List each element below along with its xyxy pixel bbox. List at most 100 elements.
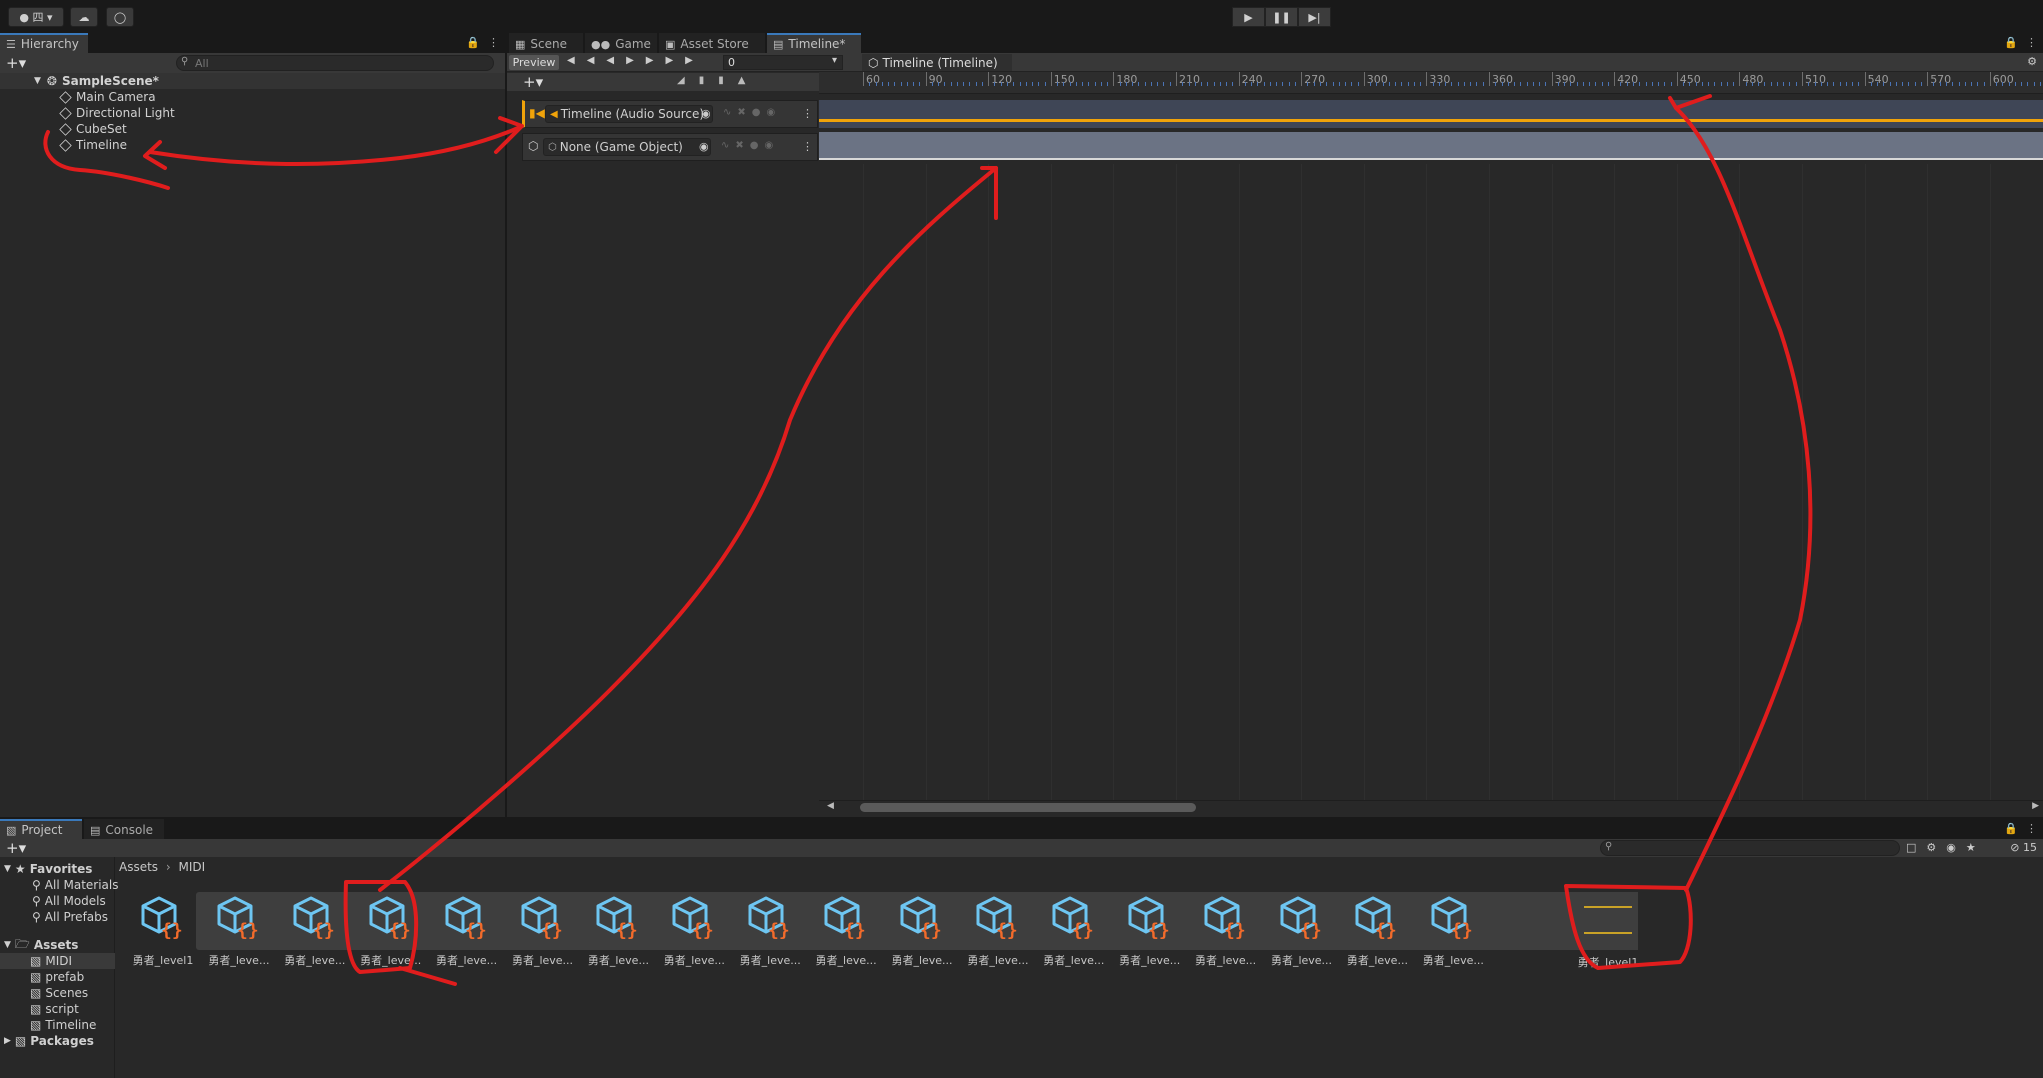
project-search-input[interactable]: ⚲ xyxy=(1600,840,1900,856)
tab-console[interactable]: ▤ Console xyxy=(84,819,164,839)
packages-folder[interactable]: ▶ ▧ Packages xyxy=(4,1033,94,1049)
breadcrumb-midi[interactable]: MIDI xyxy=(179,860,206,874)
curves-icon[interactable]: ∿ xyxy=(721,140,729,151)
folder-item-scenes[interactable]: ▧ Scenes xyxy=(30,985,88,1001)
asset-item[interactable]: {} 勇者_leve... xyxy=(511,890,573,970)
asset-item[interactable]: {} 勇者_leve... xyxy=(283,890,345,970)
curves-icon[interactable]: ∿ xyxy=(723,107,731,118)
ruler-minor-tick xyxy=(1977,82,1979,86)
track-header-gameobject[interactable]: ⬡ ⬡ None (Game Object) ◉ ∿ ✖ ● ◉ ⋮ xyxy=(522,133,818,161)
gameobject-track-lane[interactable] xyxy=(819,132,2043,160)
folder-item-prefab[interactable]: ▧ prefab xyxy=(30,969,84,985)
favorite-item[interactable]: ⚲ All Prefabs xyxy=(32,909,108,925)
eye-icon[interactable]: ◉ xyxy=(765,140,774,151)
create-icon[interactable]: +▾ xyxy=(6,839,26,857)
chevron-down-icon[interactable]: ▾ xyxy=(832,55,837,66)
more-icon[interactable]: ⋮ xyxy=(802,140,813,153)
tab-game[interactable]: ●● Game xyxy=(585,33,657,53)
asset-item[interactable]: {} 勇者_leve... xyxy=(1421,890,1484,970)
timeline-asset-tile[interactable] xyxy=(1578,892,1638,950)
hidden-packages-toggle[interactable]: ⊘ 15 xyxy=(2010,841,2037,854)
timeline-breadcrumb[interactable]: ⬡ Timeline (Timeline) xyxy=(862,54,1012,71)
asset-item[interactable]: {} 勇者_leve... xyxy=(359,890,421,970)
favorite-item[interactable]: ⚲ All Models xyxy=(32,893,106,909)
asset-item[interactable]: {} 勇者_leve... xyxy=(1270,890,1332,970)
play-button[interactable]: ▶ xyxy=(1232,7,1265,27)
frame-field[interactable]: 0 xyxy=(723,55,843,70)
assets-folder[interactable]: ▼ 🗁 Assets xyxy=(4,937,78,953)
asset-item[interactable]: {} 勇者_leve... xyxy=(1118,890,1180,970)
timeline-content[interactable] xyxy=(819,94,2043,800)
add-track-icon[interactable]: +▾ xyxy=(523,73,543,91)
asset-item[interactable]: {} 勇者_leve... xyxy=(435,890,497,970)
asset-item[interactable]: {} 勇者_leve... xyxy=(1345,890,1408,970)
lock-icon[interactable]: 🔒 xyxy=(2004,36,2018,49)
scroll-left-icon[interactable]: ◀ xyxy=(827,801,834,811)
scroll-right-icon[interactable]: ▶ xyxy=(2032,801,2039,811)
tab-timeline[interactable]: ▤ Timeline* xyxy=(767,33,861,53)
track-binding-field[interactable]: ◀ Timeline (Audio Source) xyxy=(545,105,713,123)
asset-item[interactable]: {} 勇者_leve... xyxy=(207,890,269,970)
add-icon[interactable]: +▾ xyxy=(6,54,26,72)
asset-item[interactable]: {} 勇者_leve... xyxy=(1194,890,1256,970)
pin-icon[interactable]: ✖ xyxy=(735,140,743,151)
object-picker-icon[interactable]: ◉ xyxy=(699,140,709,153)
more-icon[interactable]: ⋮ xyxy=(488,36,499,49)
audio-track-lane[interactable] xyxy=(819,100,2043,128)
object-picker-icon[interactable]: ◉ xyxy=(701,107,711,120)
asset-item[interactable]: {} 勇者_leve... xyxy=(814,890,877,970)
lock-icon[interactable]: ● xyxy=(750,140,759,151)
asset-item[interactable]: {} 勇者_level1 xyxy=(131,890,193,970)
collab-button[interactable]: ◯ xyxy=(106,7,134,27)
snap-controls[interactable]: ◢▮▮▲ xyxy=(677,75,759,86)
pin-icon[interactable]: ✖ xyxy=(737,107,745,118)
step-button[interactable]: ▶| xyxy=(1298,7,1331,27)
more-icon[interactable]: ⋮ xyxy=(2026,822,2037,835)
pause-button[interactable]: ❚❚ xyxy=(1265,7,1298,27)
hierarchy-item-timeline[interactable]: Timeline xyxy=(59,137,565,153)
tab-scene[interactable]: ▦ Scene xyxy=(509,33,583,53)
expand-arrow-icon[interactable]: ▼ xyxy=(34,76,41,86)
ruler-minor-tick xyxy=(2008,82,2010,86)
hierarchy-search-input[interactable]: ⚲ All xyxy=(176,55,494,71)
asset-item[interactable]: {} 勇者_leve... xyxy=(662,890,725,970)
folder-item-midi[interactable]: ▧ MIDI xyxy=(0,953,115,969)
hierarchy-item-directional-light[interactable]: Directional Light xyxy=(59,105,565,121)
cloud-button[interactable]: ☁ xyxy=(70,7,98,27)
asset-item[interactable]: {} 勇者_leve... xyxy=(586,890,649,970)
timeline-ruler[interactable]: 60 90 120 150 180 210 240 270 300 330 360 390 420 450… xyxy=(819,72,2043,94)
gear-icon[interactable]: ⚙ xyxy=(2027,55,2037,68)
more-icon[interactable]: ⋮ xyxy=(802,107,813,120)
transport-controls[interactable]: ◀◀◀▶▶▶▶ xyxy=(567,55,705,66)
asset-item[interactable]: {} 勇者_leve... xyxy=(738,890,801,970)
folder-item-script[interactable]: ▧ script xyxy=(30,1001,79,1017)
hierarchy-item-main-camera[interactable]: Main Camera xyxy=(59,89,565,105)
asset-item[interactable]: {} 勇者_leve... xyxy=(966,890,1028,970)
breadcrumb-assets[interactable]: Assets xyxy=(119,860,158,874)
eye-icon[interactable]: ◉ xyxy=(767,107,776,118)
asset-item[interactable]: {} 勇者_leve... xyxy=(1042,890,1104,970)
filter-icons[interactable]: □⚙◉★ xyxy=(1906,841,1986,854)
tab-asset-store[interactable]: ▣ Asset Store xyxy=(659,33,765,53)
folder-item-timeline[interactable]: ▧ Timeline xyxy=(30,1017,96,1033)
ruler-minor-tick xyxy=(1025,82,1027,86)
track-header-audio[interactable]: ▮◀ ◀ Timeline (Audio Source) ◉ ∿ ✖ ● ◉ ⋮ xyxy=(522,100,818,128)
expand-arrow-icon[interactable]: ▼ xyxy=(4,864,11,874)
hierarchy-item-cubeset[interactable]: CubeSet xyxy=(59,121,565,137)
expand-arrow-icon[interactable]: ▶ xyxy=(4,1036,11,1046)
track-binding-field[interactable]: ⬡ None (Game Object) xyxy=(543,138,711,156)
lock-icon[interactable]: 🔒 xyxy=(2004,822,2018,835)
preview-button[interactable]: Preview xyxy=(509,55,559,70)
more-icon[interactable]: ⋮ xyxy=(2026,36,2037,49)
favorite-item[interactable]: ⚲ All Materials xyxy=(32,877,119,893)
lock-icon[interactable]: 🔒 xyxy=(466,36,480,49)
favorites-folder[interactable]: ▼ ★ Favorites xyxy=(4,861,92,877)
expand-arrow-icon[interactable]: ▼ xyxy=(4,940,11,950)
account-dropdown[interactable]: ● 四 ▾ xyxy=(8,7,64,27)
tab-hierarchy[interactable]: ☰ Hierarchy xyxy=(0,33,88,53)
tab-project[interactable]: ▧ Project xyxy=(0,819,82,839)
timeline-hscroll-thumb[interactable] xyxy=(860,803,1196,812)
scene-row[interactable]: ▼ ❂ SampleScene* xyxy=(0,73,505,89)
asset-item[interactable]: {} 勇者_leve... xyxy=(890,890,953,970)
lock-icon[interactable]: ● xyxy=(752,107,761,118)
